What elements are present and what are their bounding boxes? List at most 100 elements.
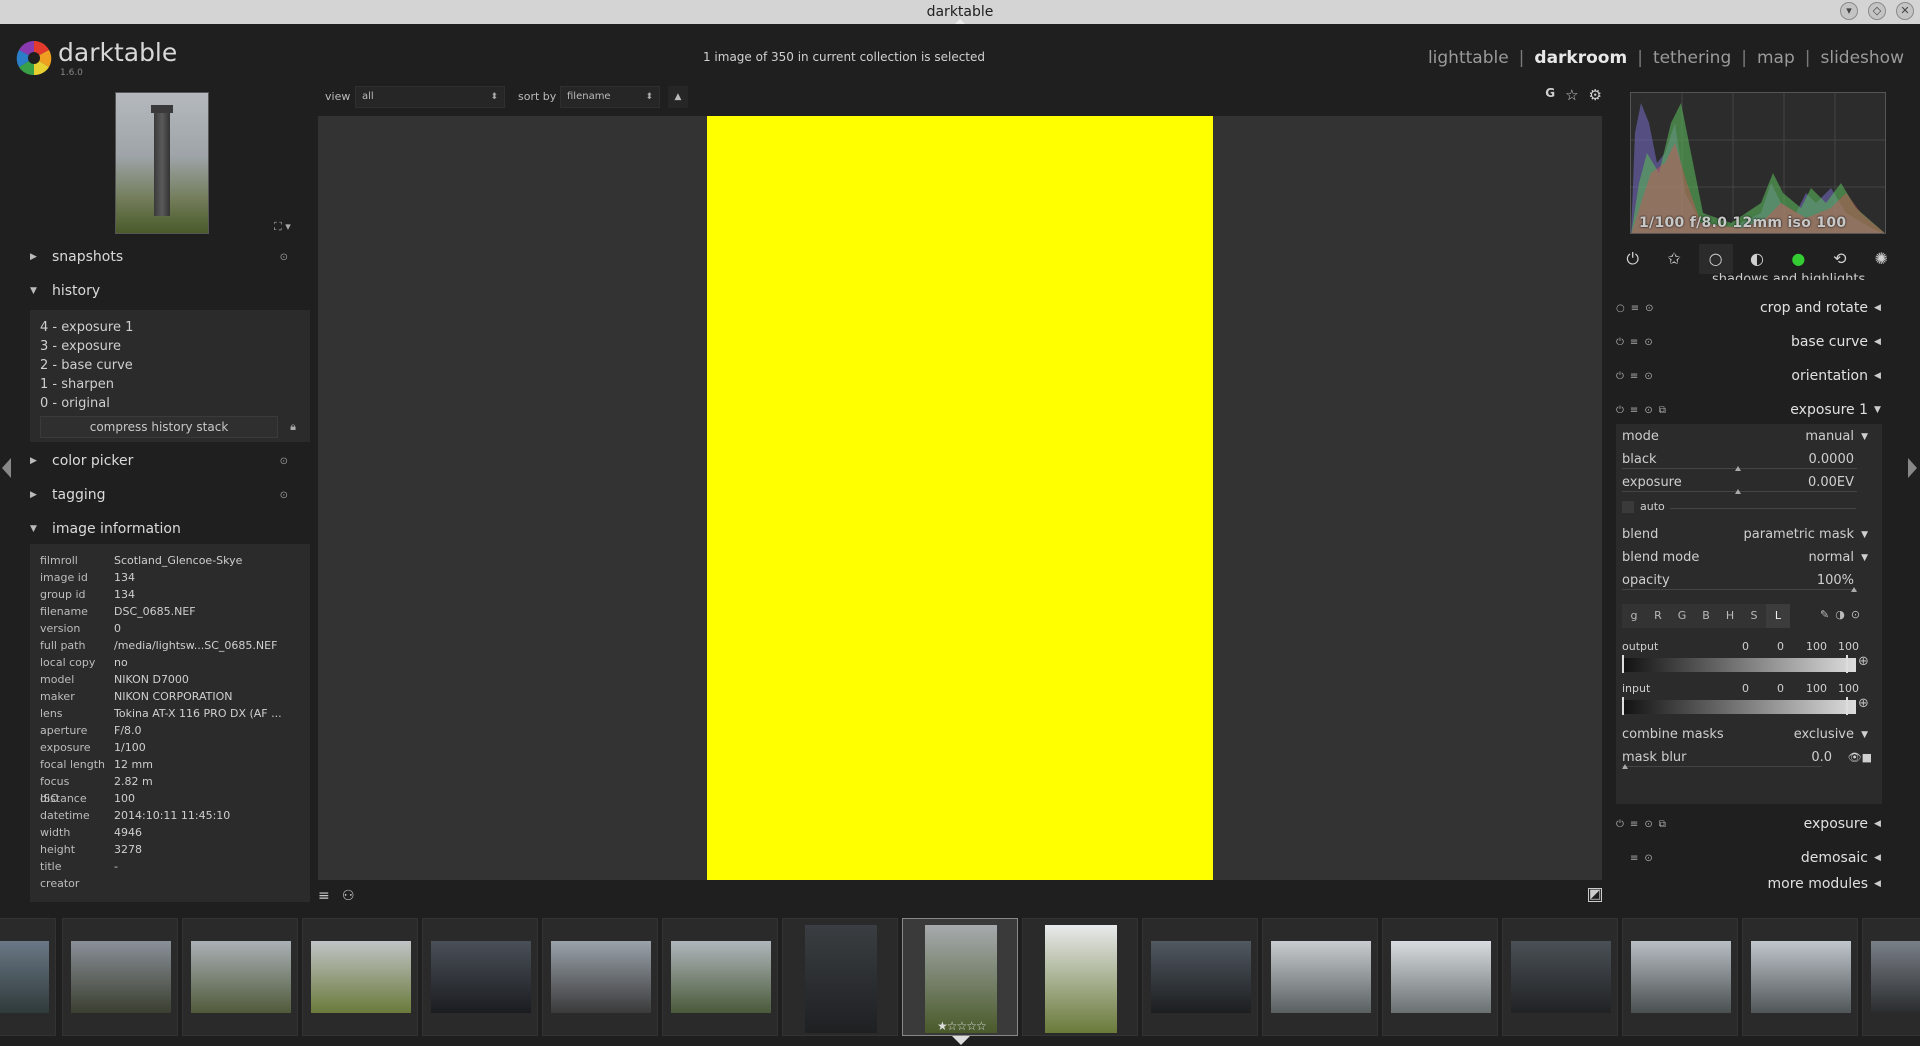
reset-icon[interactable]: ⊙ <box>280 456 288 467</box>
filmstrip-thumbnail[interactable] <box>1262 918 1378 1036</box>
slider-handle[interactable] <box>1846 655 1852 673</box>
filmstrip-thumbnail[interactable]: ★☆☆☆☆ <box>902 918 1018 1036</box>
reset-icon[interactable]: ⊙ <box>1644 371 1652 382</box>
filmstrip-thumbnail[interactable] <box>1382 918 1498 1036</box>
filmstrip-thumbnail[interactable] <box>1622 918 1738 1036</box>
show-mask-icon[interactable]: 👁︎■ <box>1848 747 1872 769</box>
zoom-fit-icon[interactable]: ⛶ ▾ <box>274 220 291 234</box>
filmstrip-thumbnail[interactable] <box>542 918 658 1036</box>
module-exposure[interactable]: ⏻ ≡ ⊙ ⧉ exposure ◀ <box>1612 810 1884 838</box>
sort-by-dropdown[interactable]: filename ⬍ <box>560 86 660 108</box>
softproof-icon[interactable]: ◩ <box>1588 888 1602 902</box>
add-target-icon[interactable]: ⊕ <box>1858 654 1869 669</box>
navigation-thumbnail[interactable] <box>115 92 209 234</box>
checkbox[interactable] <box>1622 501 1634 513</box>
view-filter-dropdown[interactable]: all ⬍ <box>355 86 505 108</box>
filmstrip-thumbnail[interactable] <box>422 918 538 1036</box>
star-rating[interactable]: ★☆☆☆☆ <box>937 1019 987 1033</box>
opacity-slider[interactable]: opacity 100% <box>1622 570 1872 592</box>
filmstrip-thumbnail[interactable] <box>0 918 56 1036</box>
reset-icon[interactable]: ⊙ <box>1644 337 1652 348</box>
history-item[interactable]: 2 - base curve <box>30 356 310 375</box>
image-canvas[interactable] <box>318 116 1602 880</box>
filmstrip-thumbnail[interactable] <box>662 918 778 1036</box>
input-gradient-slider[interactable] <box>1622 697 1856 715</box>
image-information-section[interactable]: ▼ image information <box>30 514 310 544</box>
power-icon[interactable]: ○ <box>1616 303 1625 314</box>
view-slideshow[interactable]: slideshow <box>1821 48 1905 68</box>
compress-history-button[interactable]: compress history stack <box>40 416 278 438</box>
power-icon[interactable]: ⏻ <box>1616 244 1650 274</box>
sort-direction-button[interactable]: ▲ <box>668 86 688 108</box>
channel-tab-green[interactable]: G <box>1670 604 1694 628</box>
presets-icon[interactable]: ≡ <box>1631 303 1639 314</box>
snapshots-section[interactable]: ▶ snapshots ⊙ <box>30 242 310 272</box>
maximize-button[interactable]: ◇ <box>1868 2 1886 20</box>
history-item[interactable]: 4 - exposure 1 <box>30 318 310 337</box>
tone-group-icon[interactable]: ◐ <box>1740 244 1774 274</box>
histogram[interactable]: 1/100 f/8.0 12mm iso 100 <box>1630 92 1886 234</box>
channel-tab-saturation[interactable]: S <box>1742 604 1766 628</box>
view-lighttable[interactable]: lighttable <box>1428 48 1509 68</box>
reset-icon[interactable]: ⊙ <box>1645 303 1653 314</box>
reset-icon[interactable]: ⊙ <box>1851 608 1860 621</box>
blend-mode-combo[interactable]: blend mode normal ▼ <box>1622 547 1872 569</box>
presets-icon[interactable]: ≡ <box>1630 853 1638 864</box>
filmstrip-thumbnail[interactable] <box>182 918 298 1036</box>
duplicate-icon[interactable]: ⧉ <box>1659 819 1666 830</box>
duplicate-icon[interactable]: ⧉ <box>1659 405 1666 416</box>
reset-icon[interactable]: ⊙ <box>1644 819 1652 830</box>
blend-combo[interactable]: blend parametric mask ▼ <box>1622 524 1872 546</box>
filmstrip-thumbnail[interactable] <box>1742 918 1858 1036</box>
power-icon[interactable]: ⏻ <box>1616 371 1624 382</box>
gear-icon[interactable]: ⚙ <box>1589 86 1602 104</box>
filmstrip-thumbnail[interactable] <box>62 918 178 1036</box>
reset-icon[interactable]: ⊙ <box>280 490 288 501</box>
effect-group-icon[interactable]: ✺ <box>1864 244 1898 274</box>
slider-handle[interactable] <box>1622 697 1628 715</box>
filmstrip-thumbnail[interactable] <box>302 918 418 1036</box>
history-item[interactable]: 1 - sharpen <box>30 375 310 394</box>
mode-combo[interactable]: mode manual ▼ <box>1622 426 1872 448</box>
auto-checkbox[interactable]: auto <box>1622 496 1872 518</box>
styles-icon[interactable]: ⚇ <box>342 888 355 904</box>
minimize-button[interactable]: ▾ <box>1840 2 1858 20</box>
power-icon[interactable]: ⏻ <box>1616 819 1624 830</box>
slider-handle[interactable] <box>1622 655 1628 673</box>
filmstrip-thumbnail[interactable] <box>1142 918 1258 1036</box>
star-overlay-icon[interactable]: ☆ <box>1565 86 1578 104</box>
favorites-icon[interactable]: ✩ <box>1657 244 1691 274</box>
channel-tab-blue[interactable]: B <box>1694 604 1718 628</box>
lock-icon[interactable]: 🔒︎ <box>282 416 304 438</box>
channel-tab-gray[interactable]: g <box>1622 604 1646 628</box>
view-tethering[interactable]: tethering <box>1653 48 1731 68</box>
color-picker-section[interactable]: ▶ color picker ⊙ <box>30 446 310 476</box>
power-icon[interactable]: ⏻ <box>1616 405 1624 416</box>
history-item[interactable]: 3 - exposure <box>30 337 310 356</box>
channel-tab-red[interactable]: R <box>1646 604 1670 628</box>
module-demosaic[interactable]: ≡ ⊙ demosaic ◀ <box>1612 844 1884 872</box>
filmstrip-thumbnail[interactable] <box>1862 918 1920 1036</box>
correct-group-icon[interactable]: ⟲ <box>1823 244 1857 274</box>
quick-access-menu-icon[interactable]: ≡ <box>318 888 330 904</box>
exposure-slider[interactable]: exposure 0.00EV <box>1622 472 1872 494</box>
edited-image[interactable] <box>707 116 1213 880</box>
more-modules[interactable]: more modules ◀ <box>1612 870 1884 898</box>
power-icon[interactable]: ⏻ <box>1616 337 1624 348</box>
history-section[interactable]: ▼ history <box>30 276 310 306</box>
view-darkroom[interactable]: darkroom <box>1534 48 1627 68</box>
channel-tab-hue[interactable]: H <box>1718 604 1742 628</box>
presets-icon[interactable]: ≡ <box>1630 819 1638 830</box>
output-gradient-slider[interactable] <box>1622 655 1856 673</box>
module-crop-and-rotate[interactable]: ○ ≡ ⊙ crop and rotate ◀ <box>1612 294 1884 322</box>
collapse-bottom-panel-arrow[interactable] <box>952 1036 970 1045</box>
add-target-icon[interactable]: ⊕ <box>1858 696 1869 711</box>
reset-icon[interactable]: ⊙ <box>280 252 288 263</box>
filmstrip-thumbnail[interactable] <box>1022 918 1138 1036</box>
collapse-left-panel-arrow[interactable] <box>2 458 11 478</box>
mask-blur-slider[interactable]: mask blur 0.0 👁︎■ <box>1622 747 1872 769</box>
filmstrip-thumbnail[interactable] <box>1502 918 1618 1036</box>
collapse-right-panel-arrow[interactable] <box>1908 458 1917 478</box>
view-map[interactable]: map <box>1757 48 1795 68</box>
picker-icon[interactable]: ✎ <box>1820 608 1829 621</box>
